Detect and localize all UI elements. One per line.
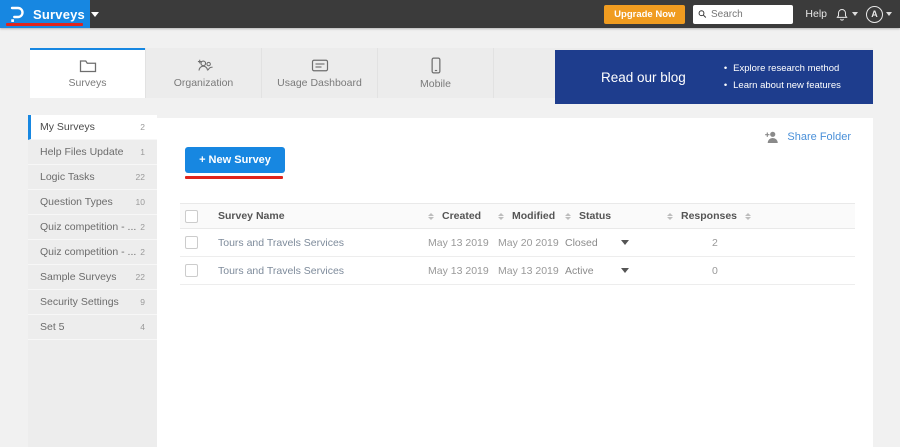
upgrade-now-button[interactable]: Upgrade Now [604, 5, 685, 24]
table-row: Tours and Travels Services May 13 2019 M… [180, 229, 855, 257]
modified-date: May 13 2019 [498, 265, 565, 277]
tab-label: Organization [174, 77, 234, 89]
bell-caret-icon [852, 12, 858, 16]
blog-banner-bullets: Explore research method Learn about new … [724, 60, 841, 94]
avatar: A [866, 6, 883, 23]
mobile-icon [430, 57, 442, 74]
sort-icon[interactable] [498, 213, 504, 220]
notifications-menu[interactable] [835, 7, 858, 22]
select-all-checkbox[interactable] [185, 210, 198, 223]
sort-icon[interactable] [428, 213, 434, 220]
share-folder-link[interactable]: Share Folder [764, 130, 851, 143]
new-survey-button[interactable]: + New Survey [185, 147, 285, 173]
sort-icon[interactable] [565, 213, 571, 220]
app-menu[interactable]: Surveys [0, 0, 90, 28]
surveys-table: Survey Name Created Modified Status Resp… [180, 203, 855, 285]
help-link[interactable]: Help [805, 8, 827, 20]
folder-icon [79, 58, 97, 73]
created-date: May 13 2019 [428, 265, 498, 277]
row-checkbox[interactable] [185, 236, 198, 249]
folder-count: 4 [140, 322, 145, 332]
bell-icon [835, 7, 849, 22]
column-header-created: Created [442, 210, 481, 222]
sort-icon[interactable] [745, 213, 751, 220]
sidebar-item-help-files-update[interactable]: Help Files Update 1 [28, 140, 157, 165]
tab-mobile[interactable]: Mobile [378, 48, 494, 98]
account-caret-icon [886, 12, 892, 16]
status-dropdown-caret-icon[interactable] [621, 240, 629, 245]
blog-bullet: Explore research method [724, 60, 841, 77]
dashboard-icon [311, 58, 329, 73]
responses-count: 2 [667, 237, 718, 249]
tab-label: Mobile [420, 78, 451, 90]
search-box[interactable] [693, 5, 793, 24]
sort-icon[interactable] [667, 213, 673, 220]
folders-sidebar: My Surveys 2 Help Files Update 1 Logic T… [28, 115, 157, 447]
status-value: Closed [565, 237, 598, 249]
blog-banner-title: Read our blog [601, 70, 686, 85]
share-folder-icon [764, 130, 780, 143]
blog-bullet: Learn about new features [724, 77, 841, 94]
folder-count: 1 [140, 147, 145, 157]
status-value: Active [565, 265, 594, 277]
sidebar-item-quiz-competition-1[interactable]: Quiz competition - ... 2 [28, 215, 157, 240]
content-area: My Surveys 2 Help Files Update 1 Logic T… [0, 115, 900, 447]
tab-usage-dashboard[interactable]: Usage Dashboard [262, 48, 378, 98]
tab-label: Surveys [69, 77, 107, 89]
sidebar-item-logic-tasks[interactable]: Logic Tasks 22 [28, 165, 157, 190]
annotation-underline-logo [6, 23, 83, 26]
folder-count: 22 [136, 172, 145, 182]
proprofs-logo-icon [9, 5, 24, 23]
annotation-underline-new-survey [185, 176, 283, 179]
folder-count: 2 [140, 247, 145, 257]
status-dropdown-caret-icon[interactable] [621, 268, 629, 273]
sidebar-item-security-settings[interactable]: Security Settings 9 [28, 290, 157, 315]
folder-count: 9 [140, 297, 145, 307]
survey-name-link[interactable]: Tours and Travels Services [218, 265, 428, 277]
column-header-responses: Responses [681, 210, 737, 222]
app-menu-label: Surveys [33, 7, 85, 22]
top-bar: Surveys Upgrade Now Help A [0, 0, 900, 28]
search-input[interactable] [711, 9, 788, 20]
add-group-icon [194, 58, 214, 73]
created-date: May 13 2019 [428, 237, 498, 249]
sidebar-item-my-surveys[interactable]: My Surveys 2 [28, 115, 157, 140]
search-icon [698, 9, 707, 19]
main-panel: + New Survey Share Folder Survey Name Cr… [157, 118, 873, 447]
column-header-status: Status [579, 210, 611, 222]
sidebar-item-quiz-competition-2[interactable]: Quiz competition - ... 2 [28, 240, 157, 265]
responses-count: 0 [667, 265, 718, 277]
table-row: Tours and Travels Services May 13 2019 M… [180, 257, 855, 285]
sidebar-item-set-5[interactable]: Set 5 4 [28, 315, 157, 340]
survey-name-link[interactable]: Tours and Travels Services [218, 237, 428, 249]
tab-organization[interactable]: Organization [146, 48, 262, 98]
read-blog-banner[interactable]: Read our blog Explore research method Le… [555, 50, 873, 104]
tab-surveys[interactable]: Surveys [30, 48, 146, 98]
column-header-modified: Modified [512, 210, 555, 222]
modified-date: May 20 2019 [498, 237, 565, 249]
tab-label: Usage Dashboard [277, 77, 362, 89]
folder-count: 22 [136, 272, 145, 282]
account-menu[interactable]: A [866, 6, 892, 23]
sidebar-item-sample-surveys[interactable]: Sample Surveys 22 [28, 265, 157, 290]
table-header-row: Survey Name Created Modified Status Resp… [180, 203, 855, 229]
column-header-survey-name: Survey Name [218, 210, 428, 222]
row-checkbox[interactable] [185, 264, 198, 277]
folder-count: 10 [136, 197, 145, 207]
folder-count: 2 [140, 122, 145, 132]
folder-count: 2 [140, 222, 145, 232]
app-menu-caret-icon [91, 12, 99, 17]
header-zone: Surveys Organization Usage Dashboard [0, 28, 900, 115]
sidebar-item-question-types[interactable]: Question Types 10 [28, 190, 157, 215]
